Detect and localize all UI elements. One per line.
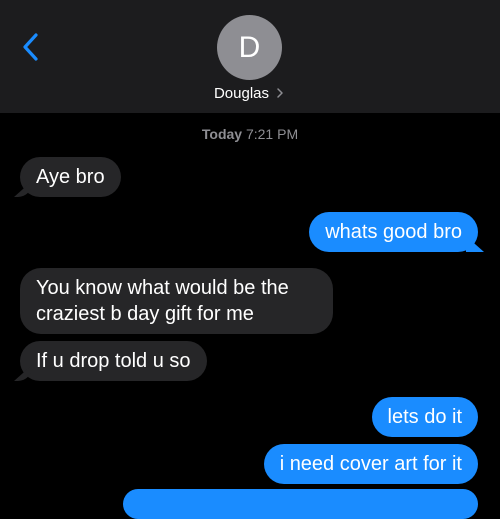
contact-name: Douglas — [213, 84, 270, 102]
message-text: whats good bro — [325, 221, 462, 243]
incoming-message-bubble[interactable]: If u drop told u so — [20, 341, 207, 381]
outgoing-message-bubble[interactable]: whats good bro — [309, 212, 478, 252]
message-timestamp: Today 7:21 PM — [0, 126, 500, 142]
message-text: lets do it — [387, 406, 462, 428]
message-text: If u drop told u so — [36, 350, 191, 372]
message-text-line: You know what would be the — [36, 277, 289, 299]
incoming-message-bubble[interactable]: Aye bro — [20, 157, 121, 197]
chevron-right-icon — [277, 88, 283, 98]
contact-info-button[interactable]: Douglas — [0, 83, 500, 103]
avatar-initial: D — [238, 30, 261, 64]
avatar[interactable]: D — [217, 15, 282, 80]
incoming-message-bubble[interactable]: You know what would be the craziest b da… — [20, 268, 333, 334]
outgoing-message-bubble[interactable] — [123, 489, 478, 519]
chevron-left-icon — [23, 33, 38, 61]
timestamp-day: Today — [201, 126, 243, 142]
message-text-line: craziest b day gift for me — [36, 303, 254, 325]
outgoing-message-bubble[interactable]: lets do it — [371, 397, 478, 437]
message-text: Aye bro — [36, 166, 105, 188]
outgoing-message-bubble[interactable]: i need cover art for it — [263, 444, 478, 484]
timestamp-time: 7:21 PM — [245, 126, 299, 142]
back-button[interactable] — [14, 30, 48, 64]
conversation-header: D Douglas — [0, 0, 500, 113]
message-text: i need cover art for it — [279, 453, 462, 475]
